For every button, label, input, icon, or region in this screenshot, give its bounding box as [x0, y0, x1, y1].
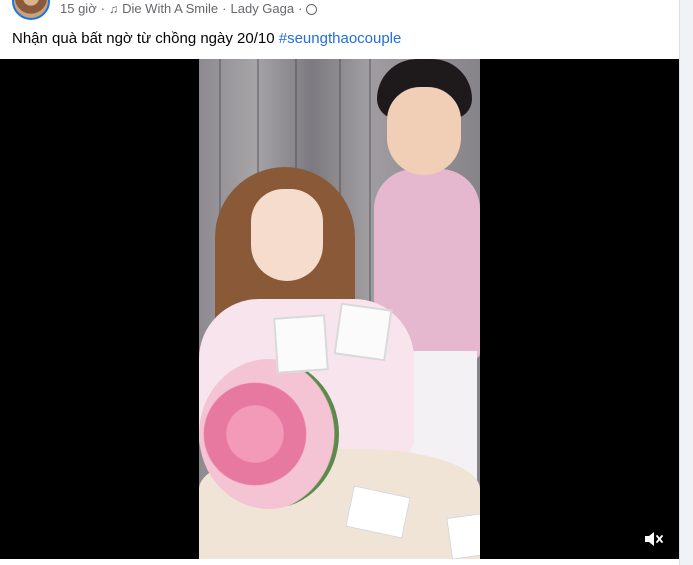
music-note-icon: ♫ [109, 1, 119, 16]
avatar[interactable] [12, 0, 50, 20]
mute-button[interactable] [640, 526, 668, 552]
caption-text: Nhận quà bất ngờ từ chồng ngày 20/10 [12, 30, 279, 47]
curtain-fold [369, 59, 371, 319]
scrollbar[interactable] [679, 0, 693, 565]
gift-box [446, 512, 480, 559]
gift-box [333, 302, 393, 362]
separator-dot: · [100, 1, 106, 16]
speaker-muted-icon [645, 532, 663, 546]
globe-icon[interactable] [306, 4, 318, 15]
post-meta: 15 giờ · ♫ Die With A Smile · Lady Gaga … [60, 1, 318, 16]
caption-hashtag[interactable]: #seungthaocouple [279, 30, 402, 47]
post-caption: Nhận quà bất ngờ từ chồng ngày 20/10 #se… [12, 30, 401, 47]
separator-dot: · [298, 1, 303, 16]
separator-dot: · [222, 1, 227, 16]
video-player[interactable] [0, 59, 680, 559]
music-title[interactable]: Die With A Smile [122, 1, 218, 16]
music-artist[interactable]: Lady Gaga [231, 1, 295, 16]
girl-face [251, 189, 323, 281]
video-frame [199, 59, 480, 559]
facebook-post: 15 giờ · ♫ Die With A Smile · Lady Gaga … [0, 0, 680, 565]
post-timestamp[interactable]: 15 giờ [60, 1, 97, 16]
man-face [387, 87, 461, 175]
gift-box [273, 314, 329, 374]
flower-bouquet [199, 359, 339, 509]
